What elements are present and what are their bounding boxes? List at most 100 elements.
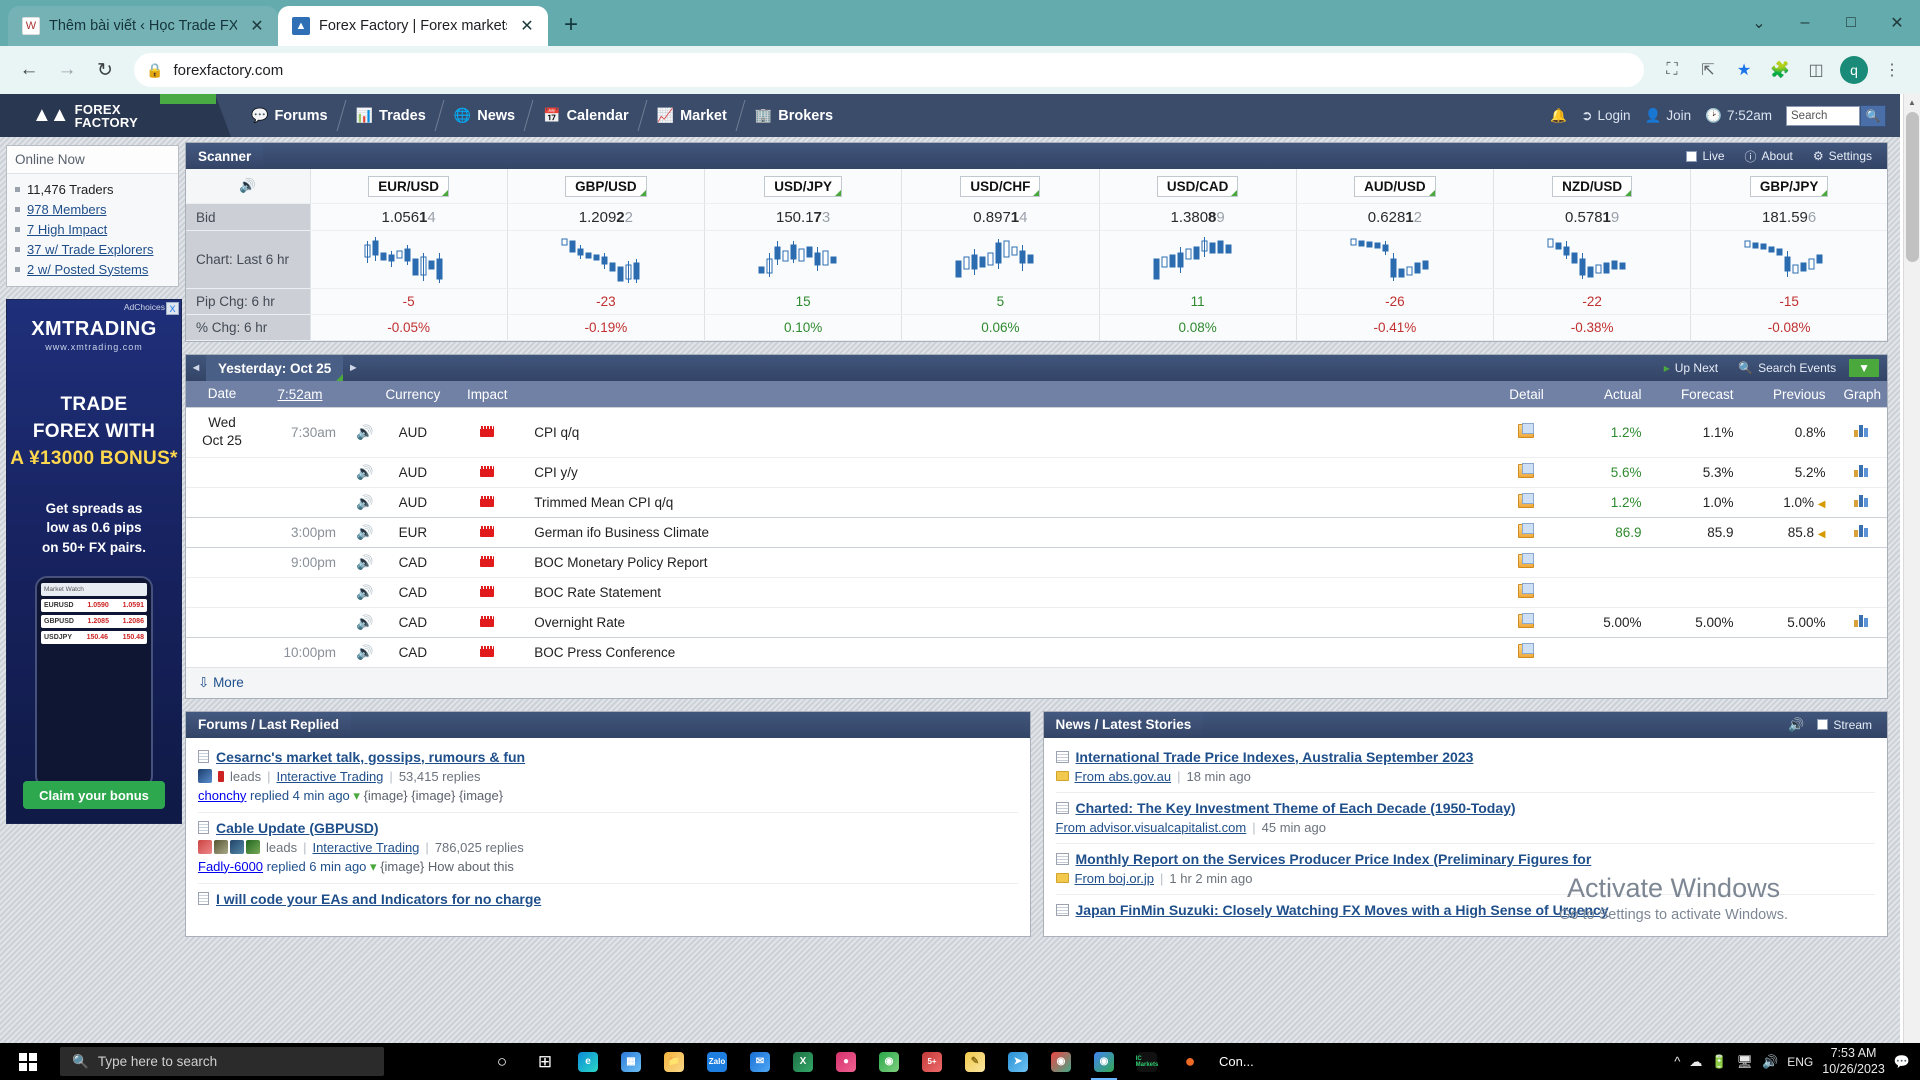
news-title[interactable]: Charted: The Key Investment Theme of Eac… — [1055, 800, 1876, 816]
alert-bell-icon[interactable]: 🔊 — [350, 606, 380, 638]
join-button[interactable]: 👤 Join — [1645, 108, 1692, 124]
event-title[interactable]: Overnight Rate — [528, 606, 1492, 638]
close-icon[interactable]: ✕ — [516, 15, 538, 37]
scanner-pair-cell[interactable]: USD/CAD — [1099, 169, 1297, 204]
back-button[interactable]: ← — [12, 53, 46, 87]
edge-icon[interactable]: e — [568, 1043, 608, 1080]
close-icon[interactable]: X — [166, 302, 179, 315]
checkbox-icon[interactable] — [1686, 150, 1698, 162]
col-time[interactable]: 7:52am — [258, 381, 350, 408]
address-bar[interactable]: 🔒 forexfactory.com — [134, 53, 1644, 87]
advertisement[interactable]: X AdChoices XMTRADING www.xmtrading.com … — [6, 299, 182, 824]
event-title[interactable]: CPI q/q — [528, 407, 1492, 458]
table-row[interactable]: 🔊 CAD Overnight Rate 5.00% 5.00% 5.00% — [186, 606, 1887, 638]
scroll-up-icon[interactable]: ▲ — [1904, 94, 1920, 111]
trade-explorers-link[interactable]: 37 w/ Trade Explorers — [27, 242, 153, 257]
table-row[interactable]: 🔊 CAD BOC Rate Statement — [186, 576, 1887, 608]
thread-forum-link[interactable]: Interactive Trading — [276, 769, 383, 784]
scanner-pair-cell[interactable]: GBP/JPY — [1690, 169, 1887, 204]
search-events-button[interactable]: 🔍 Search Events — [1731, 359, 1843, 377]
detail-button[interactable] — [1491, 407, 1562, 458]
forward-button[interactable]: → — [50, 53, 84, 87]
nav-item-trades[interactable]: 📊 Trades — [342, 94, 440, 137]
share-icon[interactable]: ⇱ — [1692, 54, 1724, 86]
pair-label[interactable]: USD/CHF — [960, 176, 1041, 197]
event-title[interactable]: BOC Press Conference — [528, 636, 1492, 667]
stream-toggle[interactable]: Stream — [1810, 716, 1879, 734]
event-graph[interactable] — [1837, 576, 1887, 608]
nav-item-calendar[interactable]: 📅 Calendar — [529, 94, 643, 137]
store-icon[interactable]: ▦ — [611, 1043, 651, 1080]
skype-icon[interactable]: 5+ — [912, 1043, 952, 1080]
list-item[interactable]: I will code your EAs and Indicators for … — [198, 884, 1018, 915]
extensions-icon[interactable]: 🧩 — [1764, 54, 1796, 86]
folder-icon[interactable] — [1518, 642, 1535, 658]
event-graph[interactable] — [1837, 636, 1887, 667]
forum-thread-title[interactable]: I will code your EAs and Indicators for … — [198, 891, 1018, 907]
online-members-link[interactable]: 978 Members — [27, 202, 106, 217]
about-button[interactable]: ⓘ About — [1738, 146, 1800, 167]
detail-button[interactable] — [1491, 636, 1562, 667]
alert-bell-icon[interactable]: 🔊 — [350, 456, 380, 488]
list-item[interactable]: 2 w/ Posted Systems — [15, 259, 170, 279]
bell-icon[interactable]: 🔔 — [1550, 108, 1567, 124]
site-clock[interactable]: 🕑 7:52am — [1705, 108, 1772, 124]
thread-forum-link[interactable]: Interactive Trading — [312, 840, 419, 855]
ic-markets-icon[interactable]: IC Markets — [1127, 1043, 1167, 1080]
list-item[interactable]: 7 High Impact — [15, 219, 170, 239]
chrome-icon[interactable]: ◉ — [1041, 1043, 1081, 1080]
list-item[interactable]: Cesarnc's market talk, gossips, rumours … — [198, 742, 1018, 813]
taskbar-search[interactable]: 🔍 Type here to search — [60, 1047, 384, 1076]
forum-thread-title[interactable]: Cesarnc's market talk, gossips, rumours … — [198, 749, 1018, 765]
list-item[interactable]: Japan FinMin Suzuki: Closely Watching FX… — [1055, 895, 1876, 926]
chrome-active-icon[interactable]: ◉ — [1084, 1043, 1124, 1080]
event-graph[interactable] — [1837, 486, 1887, 518]
settings-button[interactable]: ⚙ Settings — [1806, 147, 1879, 165]
event-title[interactable]: Trimmed Mean CPI q/q — [528, 486, 1492, 518]
volume-icon[interactable]: 🔊 — [1762, 1054, 1778, 1070]
chevron-down-icon[interactable]: ⌄ — [1736, 0, 1782, 46]
chevron-up-icon[interactable]: ^ — [1674, 1054, 1680, 1069]
list-item[interactable]: 37 w/ Trade Explorers — [15, 239, 170, 259]
new-tab-button[interactable]: + — [554, 8, 588, 42]
folder-icon[interactable] — [1518, 612, 1535, 628]
close-window-button[interactable]: ✕ — [1874, 0, 1920, 46]
last-reply-user[interactable]: chonchy — [198, 788, 246, 803]
scanner-pair-cell[interactable]: NZD/USD — [1493, 169, 1692, 204]
folder-icon[interactable] — [1518, 552, 1535, 568]
table-row[interactable]: 9:00pm 🔊 CAD BOC Monetary Policy Report — [186, 546, 1887, 578]
nav-item-forums[interactable]: 💬 Forums — [237, 94, 342, 137]
chrome-alt-icon[interactable]: ◉ — [869, 1043, 909, 1080]
scanner-pair-cell[interactable]: USD/JPY — [704, 169, 903, 204]
folder-icon[interactable] — [1518, 422, 1535, 438]
bar-chart-icon[interactable] — [1854, 494, 1870, 508]
explorer-icon[interactable]: 📁 — [654, 1043, 694, 1080]
filter-icon[interactable]: ▼ — [1849, 359, 1879, 377]
alert-bell-icon[interactable]: 🔊 — [350, 407, 380, 458]
scanner-pair-cell[interactable]: EUR/USD — [310, 169, 508, 204]
event-graph[interactable] — [1837, 456, 1887, 488]
chevron-down-icon[interactable]: ▾ — [370, 859, 377, 874]
detail-button[interactable] — [1491, 576, 1562, 608]
speaker-icon[interactable]: 🔊 — [1788, 717, 1804, 733]
detail-button[interactable] — [1491, 516, 1562, 548]
browser-menu-icon[interactable]: ⋮ — [1876, 54, 1908, 86]
table-row[interactable]: 🔊 AUD Trimmed Mean CPI q/q 1.2% 1.0% 1.0% ◀ — [186, 486, 1887, 518]
checkbox-icon[interactable] — [1817, 719, 1829, 731]
news-title[interactable]: International Trade Price Indexes, Austr… — [1055, 749, 1876, 765]
start-button[interactable] — [0, 1043, 56, 1080]
alert-bell-icon[interactable]: 🔊 — [350, 546, 380, 578]
calendar-more-link[interactable]: ⇩ More — [186, 666, 1887, 698]
overflow-app[interactable]: ● — [1170, 1043, 1210, 1080]
mail-icon[interactable]: ✉ — [740, 1043, 780, 1080]
task-view-icon[interactable]: ⊞ — [525, 1043, 565, 1080]
event-title[interactable]: BOC Rate Statement — [528, 576, 1492, 608]
nav-item-news[interactable]: 🌐 News — [440, 94, 529, 137]
event-graph[interactable] — [1837, 407, 1887, 458]
up-next-button[interactable]: ▸ Up Next — [1657, 359, 1725, 377]
pair-label[interactable]: GBP/JPY — [1749, 176, 1829, 197]
table-row[interactable]: 10:00pm 🔊 CAD BOC Press Conference — [186, 636, 1887, 667]
search-icon[interactable]: 🔍 — [1860, 104, 1886, 127]
event-title[interactable]: CPI y/y — [528, 456, 1492, 488]
live-toggle[interactable]: Live — [1679, 147, 1731, 165]
